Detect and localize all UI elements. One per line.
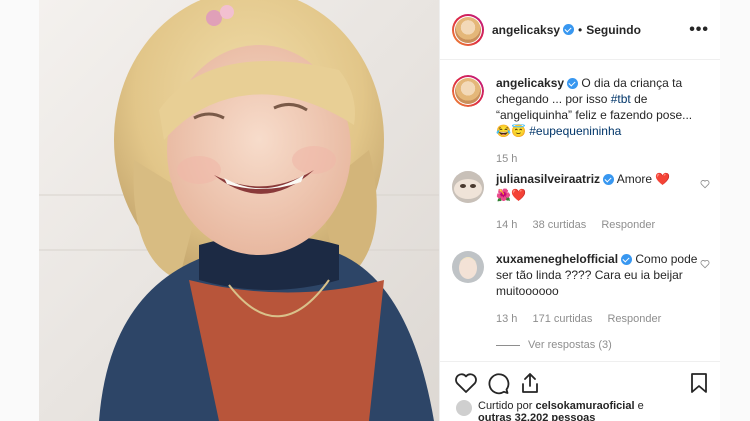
- page-background-strip: [720, 0, 750, 421]
- view-replies-label: Ver respostas (3): [528, 339, 612, 351]
- instagram-post-modal: angelicaksy • Seguindo ••• angelicaksy O…: [0, 0, 750, 421]
- comment-emoji-line2: 🌺❤️: [496, 188, 526, 202]
- commenter-username[interactable]: julianasilveiraatriz: [496, 172, 600, 186]
- comments-list: angelicaksy O dia da criança ta chegando…: [440, 61, 721, 361]
- separator-dot: •: [578, 22, 583, 37]
- bookmark-icon[interactable]: [687, 371, 711, 395]
- liked-by-others[interactable]: outras 32.202 pessoas: [478, 412, 595, 421]
- liked-by-prefix: Curtido por: [478, 400, 533, 412]
- post-actions-bar: Curtido por celsokamuraoficial e outras …: [440, 361, 721, 421]
- comment-like-heart-icon[interactable]: [700, 259, 710, 269]
- share-icon[interactable]: [518, 371, 542, 395]
- post-image: [39, 0, 439, 421]
- author-avatar[interactable]: [452, 13, 484, 46]
- liked-by-summary: Curtido por celsokamuraoficial e outras …: [456, 400, 644, 421]
- comment-emoji: ❤️: [655, 172, 671, 186]
- verified-icon: [567, 78, 579, 90]
- caption-hashtag-eupequenininha[interactable]: #eupequenininha: [529, 124, 621, 138]
- comment-like-heart-icon[interactable]: [700, 179, 710, 189]
- author-username[interactable]: angelicaksy: [492, 23, 560, 37]
- comment-likes[interactable]: 38 curtidas: [532, 219, 586, 231]
- caption-item: angelicaksy O dia da criança ta chegando…: [452, 75, 710, 167]
- post-header: angelicaksy • Seguindo •••: [440, 0, 721, 60]
- comment-icon[interactable]: [486, 371, 510, 395]
- liked-by-user[interactable]: celsokamuraoficial: [535, 400, 634, 412]
- comment-likes[interactable]: 171 curtidas: [532, 313, 592, 325]
- verified-icon: [621, 254, 633, 266]
- post-photo: [39, 0, 439, 421]
- verified-icon: [563, 24, 575, 35]
- liked-by-suffix: e: [637, 400, 644, 412]
- comment-item: xuxameneghelofficial Como pode ser tão l…: [452, 251, 710, 353]
- view-replies-button[interactable]: Ver respostas (3): [496, 337, 710, 353]
- post-side-panel: angelicaksy • Seguindo ••• angelicaksy O…: [439, 0, 721, 421]
- caption-hashtag-tbt[interactable]: #tbt: [611, 92, 631, 106]
- caption-avatar[interactable]: [452, 75, 484, 107]
- commenter-avatar[interactable]: [452, 251, 484, 283]
- reply-button[interactable]: Responder: [607, 313, 661, 325]
- comment-time[interactable]: 14 h: [496, 219, 517, 231]
- following-button[interactable]: Seguindo: [586, 23, 641, 37]
- caption-time[interactable]: 15 h: [496, 153, 517, 165]
- caption-username[interactable]: angelicaksy: [496, 76, 564, 90]
- comment-item: julianasilveiraatriz Amore ❤️ 🌺❤️ 14 h 3…: [452, 171, 710, 233]
- comment-text: Amore: [616, 172, 653, 186]
- more-options-icon[interactable]: •••: [689, 21, 709, 39]
- reply-button[interactable]: Responder: [601, 219, 655, 231]
- verified-icon: [603, 174, 615, 186]
- caption-emoji: 😂😇: [496, 124, 526, 138]
- commenter-avatar[interactable]: [452, 171, 484, 203]
- heart-icon[interactable]: [454, 371, 478, 395]
- commenter-username[interactable]: xuxameneghelofficial: [496, 252, 618, 266]
- liked-by-avatar[interactable]: [456, 400, 472, 416]
- comment-time[interactable]: 13 h: [496, 313, 517, 325]
